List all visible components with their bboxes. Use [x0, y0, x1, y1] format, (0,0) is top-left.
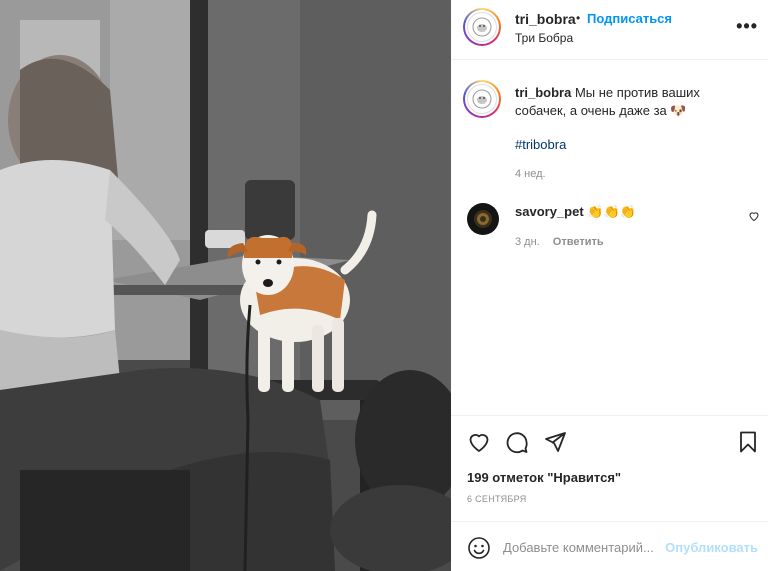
comment-input[interactable]: [503, 534, 663, 560]
commenter-avatar[interactable]: [467, 203, 499, 235]
post-location[interactable]: Три Бобра: [515, 31, 573, 45]
post-photo[interactable]: [0, 0, 451, 571]
author-username[interactable]: tri_bobra: [515, 11, 576, 27]
caption-username[interactable]: tri_bobra: [515, 85, 571, 100]
caption-text: tri_bobra Мы не против ваших собачек, а …: [515, 84, 745, 120]
commenter-username[interactable]: savory_pet: [515, 204, 584, 219]
likes-count[interactable]: 199 отметок "Нравится": [467, 470, 621, 485]
post-side-panel: tri_bobra • Подписаться Три Бобра ••• tr…: [451, 0, 768, 571]
post-header: tri_bobra • Подписаться Три Бобра •••: [451, 0, 768, 60]
more-options-icon[interactable]: •••: [736, 16, 758, 37]
avatar-inner: [465, 10, 499, 44]
heart-icon[interactable]: [467, 430, 491, 457]
comment-meta: 3 дн. Ответить: [515, 236, 614, 248]
post-date[interactable]: 6 СЕНТЯБРЯ: [467, 494, 527, 504]
comment-text: savory_pet 👏👏👏: [515, 204, 636, 220]
reply-button[interactable]: Ответить: [553, 236, 604, 248]
smiley-icon[interactable]: [467, 536, 491, 563]
caption-time[interactable]: 4 нед.: [515, 168, 546, 180]
comment-body: 👏👏👏: [587, 204, 636, 219]
separator-dot: •: [576, 11, 581, 25]
follow-button[interactable]: Подписаться: [587, 11, 672, 26]
avatar-inner: [465, 82, 499, 116]
hashtag-link[interactable]: #tribobra: [515, 137, 566, 152]
caption-author-avatar[interactable]: [463, 80, 501, 118]
bookmark-icon[interactable]: [736, 430, 760, 457]
comment-time[interactable]: 3 дн.: [515, 236, 540, 248]
add-comment-bar: Опубликовать: [451, 521, 768, 571]
beaver-logo-icon: [467, 12, 497, 42]
author-avatar[interactable]: [463, 8, 501, 46]
comment-icon[interactable]: [505, 430, 529, 457]
beaver-logo-icon: [467, 84, 497, 114]
photo-illustration: [0, 0, 451, 571]
publish-button[interactable]: Опубликовать: [665, 540, 758, 555]
comment-like-heart-icon[interactable]: [748, 210, 760, 225]
paper-plane-icon[interactable]: [543, 430, 567, 457]
